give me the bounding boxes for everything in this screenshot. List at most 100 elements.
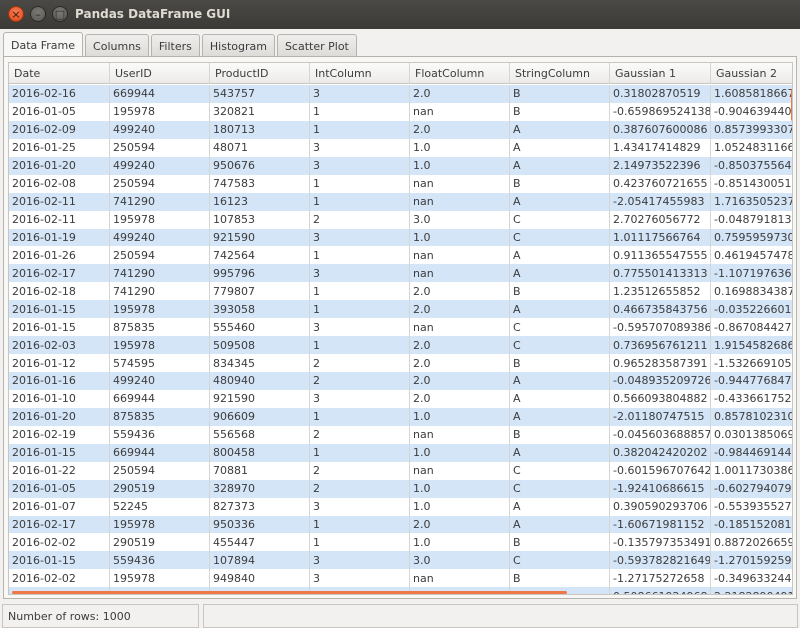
table-cell[interactable]: 2016-02-02: [9, 533, 110, 552]
table-cell[interactable]: 559436: [110, 425, 210, 444]
table-cell[interactable]: 906609: [210, 407, 310, 426]
table-cell[interactable]: 3.0: [410, 551, 510, 570]
table-cell[interactable]: 1.91545826868: [711, 336, 792, 354]
table-cell[interactable]: -0.850375564188: [711, 157, 792, 175]
table-cell[interactable]: 0.857810231091: [711, 408, 792, 426]
table-row[interactable]: 2016-02-08 250594 747583 1 nan B 0.42376072165…: [9, 174, 792, 193]
table-cell[interactable]: 499240: [110, 228, 210, 247]
table-cell[interactable]: 0.423760721655: [610, 174, 711, 193]
table-cell[interactable]: 3.0: [410, 210, 510, 229]
table-cell[interactable]: 2.14973522396: [610, 156, 711, 175]
table-cell[interactable]: 3: [310, 551, 410, 570]
table-cell[interactable]: 2016-02-16: [9, 85, 110, 103]
table-cell[interactable]: -0.349633244804: [711, 569, 792, 587]
table-cell[interactable]: 1: [310, 336, 410, 355]
table-cell[interactable]: 1.05248311663: [711, 139, 792, 157]
table-cell[interactable]: 0.887202665996: [711, 533, 792, 551]
table-cell[interactable]: 555460: [210, 318, 310, 337]
table-cell[interactable]: -0.553935527017: [711, 498, 792, 516]
table-cell[interactable]: 2.0: [410, 282, 510, 301]
table-row[interactable]: 2016-02-19 559436 556568 2 nan B -0.0456036888…: [9, 425, 792, 444]
table-cell[interactable]: 1.0: [410, 407, 510, 426]
table-cell[interactable]: 669944: [110, 443, 210, 462]
table-cell[interactable]: 180713: [210, 120, 310, 139]
table-cell[interactable]: 0.0301385069547: [711, 426, 792, 444]
table-cell[interactable]: 1.0: [410, 156, 510, 175]
column-header[interactable]: IntColumn: [310, 63, 410, 84]
table-cell[interactable]: 48071: [210, 138, 310, 157]
table-cell[interactable]: 107853: [210, 210, 310, 229]
table-cell[interactable]: 290519: [110, 533, 210, 552]
table-cell[interactable]: 875835: [110, 407, 210, 426]
table-cell[interactable]: 0.508661924968: [610, 587, 711, 594]
column-header[interactable]: ProductID: [210, 63, 310, 84]
table-cell[interactable]: 195978: [110, 210, 210, 229]
table-cell[interactable]: A: [510, 300, 610, 319]
table-cell[interactable]: 2016-02-08: [9, 174, 110, 193]
table-cell[interactable]: 0.31802870519: [610, 85, 711, 103]
table-cell[interactable]: 3: [310, 497, 410, 516]
table-cell[interactable]: 2: [310, 210, 410, 229]
table-cell[interactable]: nan: [410, 192, 510, 211]
table-cell[interactable]: 455447: [210, 533, 310, 552]
table-cell[interactable]: 2.0: [410, 300, 510, 319]
table-cell[interactable]: -0.135797353491: [610, 533, 711, 552]
table-cell[interactable]: 0.461945747852: [711, 246, 792, 264]
table-row[interactable]: 2016-01-26 250594 742564 1 nan A 0.91136554755…: [9, 246, 792, 265]
table-row[interactable]: 2016-01-12 574595 834345 2 2.0 B 0.96528358739…: [9, 354, 792, 372]
table-row[interactable]: 2016-01-07 52245 827373 3 1.0 A 0.390590293706…: [9, 497, 792, 516]
table-cell[interactable]: -0.593782821649: [610, 551, 711, 570]
table-cell[interactable]: 2.0: [410, 336, 510, 355]
table-cell[interactable]: 1.0: [410, 138, 510, 157]
table-cell[interactable]: -0.984469144843: [711, 444, 792, 462]
table-cell[interactable]: 1.00117303865: [711, 462, 792, 480]
table-cell[interactable]: 2016-01-26: [9, 246, 110, 265]
table-cell[interactable]: B: [510, 102, 610, 121]
table-cell[interactable]: 0.736956761211: [610, 336, 711, 355]
table-cell[interactable]: 2: [310, 479, 410, 498]
table-cell[interactable]: 250594: [110, 138, 210, 157]
table-cell[interactable]: -0.185152081686: [711, 516, 792, 534]
table-cell[interactable]: 2016-02-03: [9, 336, 110, 355]
table-cell[interactable]: 3: [310, 138, 410, 157]
table-cell[interactable]: 1.60858186673: [711, 85, 792, 103]
table-cell[interactable]: -0.433661752435: [711, 390, 792, 408]
table-cell[interactable]: 499240: [110, 372, 210, 390]
table-cell[interactable]: 2016-02-11: [9, 192, 110, 211]
table-cell[interactable]: 0.911365547555: [610, 246, 711, 265]
table-cell[interactable]: -0.048791813023: [711, 211, 792, 229]
table-cell[interactable]: 480940: [210, 372, 310, 390]
table-cell[interactable]: A: [510, 138, 610, 157]
table-cell[interactable]: -0.0489352097263: [610, 372, 711, 390]
table-cell[interactable]: 2.0: [410, 120, 510, 139]
table-row[interactable]: 2016-02-17 741290 995796 3 nan A 0.77550141331…: [9, 264, 792, 283]
table-cell[interactable]: 2016-01-05: [9, 102, 110, 121]
table-cell[interactable]: C: [510, 318, 610, 337]
table-cell[interactable]: 2016-01-10: [9, 389, 110, 408]
minimize-window-button[interactable]: –: [30, 6, 46, 22]
column-header[interactable]: FloatColumn: [410, 63, 510, 84]
tab-histogram[interactable]: Histogram: [201, 34, 275, 57]
column-header[interactable]: Gaussian 2: [711, 63, 792, 84]
horizontal-scrollbar[interactable]: [12, 591, 567, 594]
table-cell[interactable]: 0.466735843756: [610, 300, 711, 319]
table-cell[interactable]: 2016-01-20: [9, 407, 110, 426]
table-cell[interactable]: 2016-01-22: [9, 461, 110, 480]
table-cell[interactable]: -1.27175272658: [610, 569, 711, 588]
table-cell[interactable]: 1.0: [410, 228, 510, 247]
table-cell[interactable]: 52245: [110, 497, 210, 516]
table-cell[interactable]: 328970: [210, 479, 310, 498]
table-cell[interactable]: 2016-01-07: [9, 497, 110, 516]
table-cell[interactable]: 290519: [110, 479, 210, 498]
table-row[interactable]: 2016-01-05 290519 328970 2 1.0 C -1.9241068661…: [9, 479, 792, 498]
table-cell[interactable]: 250594: [110, 246, 210, 265]
table-cell[interactable]: A: [510, 389, 610, 408]
table-cell[interactable]: 741290: [110, 192, 210, 211]
table-cell[interactable]: 1.71635052376: [711, 193, 792, 211]
table-row[interactable]: 2016-01-05 195978 320821 1 nan B -0.6598695241…: [9, 102, 792, 121]
table-cell[interactable]: nan: [410, 318, 510, 337]
table-cell[interactable]: 1: [310, 533, 410, 552]
table-cell[interactable]: 2016-02-02: [9, 569, 110, 588]
table-cell[interactable]: 1: [310, 120, 410, 139]
table-cell[interactable]: B: [510, 85, 610, 103]
